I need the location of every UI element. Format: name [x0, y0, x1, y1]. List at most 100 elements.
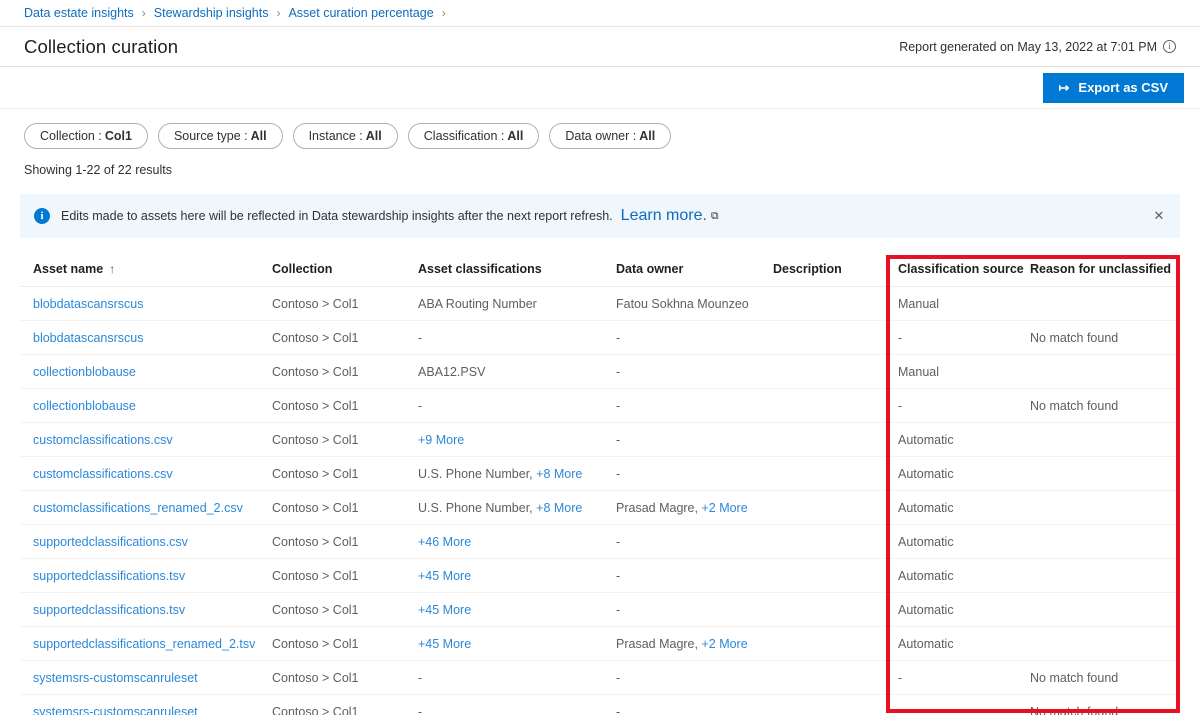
- cell-description: [773, 457, 886, 491]
- table-row[interactable]: customclassifications.csvContoso > Col1U…: [20, 457, 1180, 491]
- table-row[interactable]: blobdatascansrscusContoso > Col1ABA Rout…: [20, 287, 1180, 321]
- asset-name-link[interactable]: customclassifications.csv: [33, 467, 173, 481]
- filter-pill-classification-label: Classification :: [424, 129, 505, 143]
- info-icon: i: [34, 208, 50, 224]
- asset-name-link[interactable]: supportedclassifications.csv: [33, 535, 188, 549]
- data-owner-more-link[interactable]: +2 More: [701, 501, 747, 515]
- table-row[interactable]: supportedclassifications.tsvContoso > Co…: [20, 559, 1180, 593]
- table-row[interactable]: supportedclassifications.tsv Contoso > Co…: [20, 593, 1180, 627]
- table-row[interactable]: systemsrs-customscanrulesetContoso > Col…: [20, 695, 1180, 715]
- cell-asset-name: systemsrs-customscanruleset: [20, 695, 272, 715]
- cell-asset-classifications: U.S. Phone Number, +8 More: [418, 491, 616, 525]
- data-owner-more-link[interactable]: +2 More: [701, 637, 747, 651]
- asset-classifications-more-link[interactable]: +45 More: [418, 637, 471, 651]
- results-summary: Showing 1-22 of 22 results: [0, 149, 1200, 177]
- info-banner: i Edits made to assets here will be refl…: [20, 194, 1180, 238]
- breadcrumb-item-asset-curation-percentage[interactable]: Asset curation percentage: [288, 6, 433, 20]
- asset-name-link[interactable]: systemsrs-customscanruleset: [33, 705, 198, 715]
- table-header-row: Asset name↑ Collection Asset classificat…: [20, 255, 1180, 287]
- cell-collection: Contoso > Col1: [272, 593, 418, 627]
- cell-asset-name: supportedclassifications.tsv: [20, 559, 272, 593]
- asset-classifications-more-link[interactable]: +8 More: [536, 467, 582, 481]
- cell-data-owner: Prasad Magre, +2 More: [616, 491, 773, 525]
- column-header-asset-classifications[interactable]: Asset classifications: [418, 255, 616, 287]
- cell-reason-for-unclassified: No match found: [1030, 661, 1180, 695]
- table-row[interactable]: customclassifications.csvContoso > Col1+…: [20, 423, 1180, 457]
- learn-more-link[interactable]: Learn more.: [621, 207, 707, 225]
- table-row[interactable]: blobdatascansrscusContoso > Col1---No ma…: [20, 321, 1180, 355]
- asset-name-link[interactable]: supportedclassifications.tsv: [33, 569, 185, 583]
- cell-description: [773, 627, 886, 661]
- cell-reason-for-unclassified: [1030, 491, 1180, 525]
- asset-name-link[interactable]: customclassifications.csv: [33, 433, 173, 447]
- column-header-collection[interactable]: Collection: [272, 255, 418, 287]
- asset-classifications-more-link[interactable]: +45 More: [418, 569, 471, 583]
- asset-classifications-more-link[interactable]: +8 More: [536, 501, 582, 515]
- filter-pill-instance[interactable]: Instance : All: [293, 123, 398, 149]
- column-header-classification-source[interactable]: Classification source: [886, 255, 1030, 287]
- asset-classifications-more-link[interactable]: +46 More: [418, 535, 471, 549]
- table-row[interactable]: customclassifications_renamed_2.csv Conto…: [20, 491, 1180, 525]
- cell-reason-for-unclassified: [1030, 525, 1180, 559]
- data-owner-text: -: [616, 705, 620, 715]
- asset-classifications-more-link[interactable]: +45 More: [418, 603, 471, 617]
- table-row[interactable]: supportedclassifications_renamed_2.tsvCo…: [20, 627, 1180, 661]
- cell-collection: Contoso > Col1: [272, 457, 418, 491]
- breadcrumb-item-data-estate-insights[interactable]: Data estate insights: [24, 6, 134, 20]
- cell-asset-classifications: +9 More: [418, 423, 616, 457]
- cell-description: [773, 389, 886, 423]
- table-row[interactable]: systemsrs-customscanrulesetContoso > Col…: [20, 661, 1180, 695]
- page-header: Collection curation Report generated on …: [0, 27, 1200, 67]
- column-header-reason-for-unclassified[interactable]: Reason for unclassified: [1030, 255, 1180, 287]
- asset-name-link[interactable]: collectionblobause: [33, 399, 136, 413]
- asset-name-link[interactable]: systemsrs-customscanruleset: [33, 671, 198, 685]
- filter-pill-collection-label: Collection :: [40, 129, 102, 143]
- asset-name-link[interactable]: customclassifications_renamed_2.csv: [33, 501, 243, 515]
- external-link-icon[interactable]: ⧉: [711, 210, 719, 223]
- table-row[interactable]: collectionblobauseContoso > Col1---No ma…: [20, 389, 1180, 423]
- sort-ascending-icon: ↑: [109, 262, 115, 276]
- filter-pill-collection[interactable]: Collection : Col1: [24, 123, 148, 149]
- asset-name-link[interactable]: supportedclassifications_renamed_2.tsv: [33, 637, 255, 651]
- asset-classifications-more-link[interactable]: +9 More: [418, 433, 464, 447]
- cell-asset-name: customclassifications.csv: [20, 457, 272, 491]
- cell-asset-classifications: +45 More: [418, 627, 616, 661]
- data-owner-text: -: [616, 331, 620, 345]
- filter-pill-data-owner[interactable]: Data owner : All: [549, 123, 671, 149]
- cell-collection: Contoso > Col1: [272, 491, 418, 525]
- cell-description: [773, 423, 886, 457]
- asset-name-link[interactable]: blobdatascansrscus: [33, 297, 143, 311]
- cell-asset-name: blobdatascansrscus: [20, 287, 272, 321]
- asset-name-link[interactable]: collectionblobause: [33, 365, 136, 379]
- cell-asset-classifications: -: [418, 661, 616, 695]
- cell-classification-source: -: [886, 661, 1030, 695]
- cell-data-owner: -: [616, 525, 773, 559]
- breadcrumb-item-stewardship-insights[interactable]: Stewardship insights: [154, 6, 269, 20]
- asset-name-link[interactable]: blobdatascansrscus: [33, 331, 143, 345]
- filter-pill-instance-value: All: [366, 129, 382, 143]
- filter-pill-classification[interactable]: Classification : All: [408, 123, 540, 149]
- table-row[interactable]: collectionblobauseContoso > Col1ABA12.PS…: [20, 355, 1180, 389]
- info-icon[interactable]: i: [1163, 40, 1176, 53]
- asset-name-link[interactable]: supportedclassifications.tsv: [33, 603, 185, 617]
- cell-classification-source: -: [886, 389, 1030, 423]
- cell-asset-name: supportedclassifications_renamed_2.tsv: [20, 627, 272, 661]
- cell-classification-source: Automatic: [886, 525, 1030, 559]
- column-header-data-owner[interactable]: Data owner: [616, 255, 773, 287]
- column-header-asset-name[interactable]: Asset name↑: [20, 255, 272, 287]
- cell-collection: Contoso > Col1: [272, 525, 418, 559]
- assets-table-container: Asset name↑ Collection Asset classificat…: [20, 255, 1180, 715]
- cell-asset-classifications: ABA12.PSV: [418, 355, 616, 389]
- asset-classifications-text: ABA Routing Number: [418, 297, 537, 311]
- table-row[interactable]: supportedclassifications.csv Contoso > Co…: [20, 525, 1180, 559]
- export-as-csv-button[interactable]: ↦ Export as CSV: [1043, 73, 1185, 103]
- filter-pill-data-owner-label: Data owner :: [565, 129, 636, 143]
- filter-pill-source-type[interactable]: Source type : All: [158, 123, 283, 149]
- asset-classifications-text: -: [418, 671, 422, 685]
- close-icon[interactable]: ✕: [1148, 205, 1170, 227]
- filter-pill-instance-label: Instance :: [309, 129, 363, 143]
- cell-asset-classifications: +45 More: [418, 559, 616, 593]
- cell-classification-source: Automatic: [886, 627, 1030, 661]
- cell-asset-name: blobdatascansrscus: [20, 321, 272, 355]
- column-header-description[interactable]: Description: [773, 255, 886, 287]
